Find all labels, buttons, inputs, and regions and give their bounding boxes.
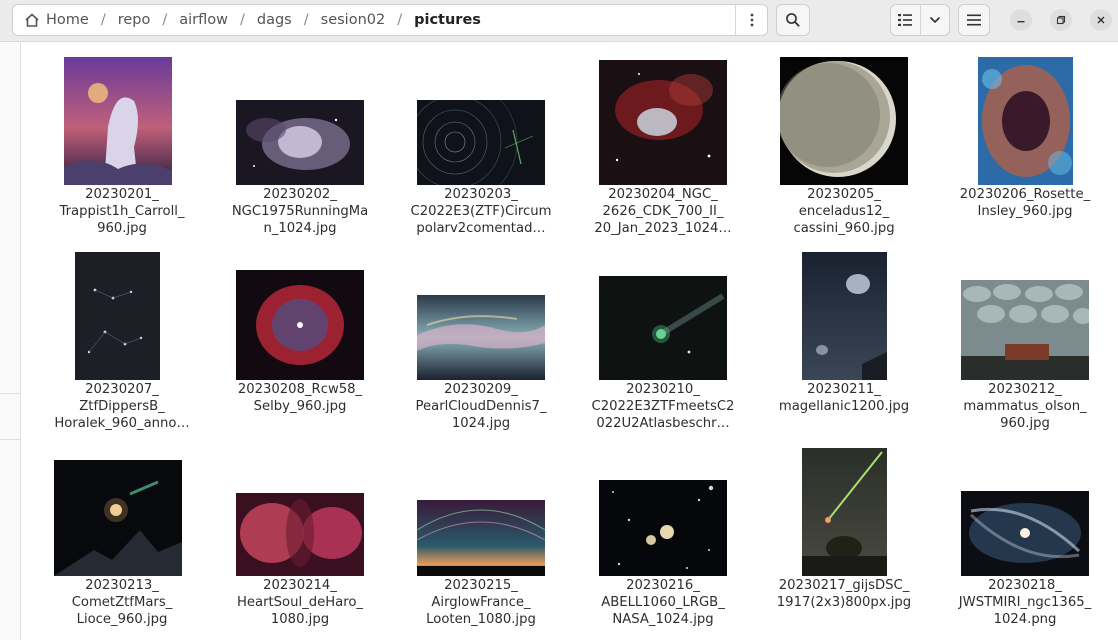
breadcrumb-pictures[interactable]: pictures [412,5,483,35]
file-item[interactable]: 20230216_ ABELL1060_LRGB_ NASA_1024.jpg [578,435,748,640]
path-menu-button[interactable] [735,5,767,35]
file-name: 20230218_ JWSTMIRI_ngc1365_ 1024.png [958,578,1092,627]
thumbnail [780,57,908,185]
file-grid: 20230201_ Trappist1h_Carroll_ 960.jpg 20… [21,43,1118,640]
file-item[interactable]: 20230205_ enceladus12_ cassini_960.jpg [759,43,929,239]
file-name: 20230210_ C2022E3ZTFmeetsC2 022U2Atlasbe… [591,382,735,431]
file-name: 20230211_ magellanic1200.jpg [778,382,910,414]
breadcrumb-label: airflow [179,12,228,28]
minimize-icon [1017,21,1025,23]
breadcrumb-home-label: Home [46,12,89,28]
file-item[interactable]: 20230217_gijsDSC_ 1917(2x3)800px.jpg [759,435,929,640]
file-name: 20230206_Rosette_ Insley_960.jpg [959,187,1091,219]
file-name: 20230208_Rcw58_ Selby_960.jpg [237,382,363,414]
minimize-button[interactable] [1010,9,1032,31]
maximize-icon [1056,15,1066,25]
main-menu-button[interactable] [958,4,990,36]
file-item[interactable]: 20230210_ C2022E3ZTFmeetsC2 022U2Atlasbe… [578,239,748,435]
close-icon [1097,16,1105,24]
breadcrumb-separator: / [162,12,168,28]
thumbnail [417,500,545,576]
file-name: 20230216_ ABELL1060_LRGB_ NASA_1024.jpg [601,578,725,627]
file-item[interactable]: 20230213_ CometZtfMars_ Lioce_960.jpg [37,435,207,640]
hamburger-menu-icon [967,14,981,26]
file-name: 20230203_ C2022E3(ZTF)Circum polarv2come… [410,187,552,236]
file-item[interactable]: 20230208_Rcw58_ Selby_960.jpg [215,239,385,435]
thumbnail [599,60,727,185]
thumbnail [961,280,1089,380]
file-item[interactable]: 20230215_ AirglowFrance_ Looten_1080.jpg [396,435,566,640]
file-name: 20230215_ AirglowFrance_ Looten_1080.jpg [426,578,536,627]
file-name: 20230212_ mammatus_olson_ 960.jpg [963,382,1087,431]
maximize-button[interactable] [1050,9,1072,31]
breadcrumb-repo[interactable]: repo [116,5,153,35]
breadcrumb-separator: / [397,12,403,28]
breadcrumb-separator: / [100,12,106,28]
chevron-down-icon [929,16,941,24]
file-name: 20230202_ NGC1975RunningMa n_1024.jpg [231,187,369,236]
sidebar-divider [0,439,21,440]
thumbnail [802,448,887,576]
breadcrumb-sesion02[interactable]: sesion02 [319,5,388,35]
file-item[interactable]: 20230209_ PearlCloudDennis7_ 1024.jpg [396,239,566,435]
thumbnail [236,270,364,380]
thumbnail [599,480,727,576]
file-item[interactable]: 20230218_ JWSTMIRI_ngc1365_ 1024.png [940,435,1110,640]
view-options-button[interactable] [919,5,949,35]
sidebar-divider [0,393,21,394]
file-name: 20230217_gijsDSC_ 1917(2x3)800px.jpg [776,578,912,610]
breadcrumb-label: repo [117,12,151,28]
thumbnail [75,252,160,380]
list-view-icon [898,14,913,26]
file-name: 20230205_ enceladus12_ cassini_960.jpg [793,187,895,236]
breadcrumb-separator: / [303,12,309,28]
file-name: 20230214_ HeartSoul_deHaro_ 1080.jpg [236,578,364,627]
file-item[interactable]: 20230204_NGC_ 2626_CDK_700_II_ 20_Jan_20… [578,43,748,239]
file-name: 20230201_ Trappist1h_Carroll_ 960.jpg [59,187,185,236]
file-item[interactable]: 20230201_ Trappist1h_Carroll_ 960.jpg [37,43,207,239]
file-item[interactable]: 20230212_ mammatus_olson_ 960.jpg [940,239,1110,435]
file-item[interactable]: 20230214_ HeartSoul_deHaro_ 1080.jpg [215,435,385,640]
file-item[interactable]: 20230211_ magellanic1200.jpg [759,239,929,435]
thumbnail [417,295,545,380]
file-item[interactable]: 20230203_ C2022E3(ZTF)Circum polarv2come… [396,43,566,239]
breadcrumb-label: sesion02 [320,12,386,28]
search-icon [786,13,800,27]
file-item[interactable]: 20230206_Rosette_ Insley_960.jpg [940,43,1110,239]
breadcrumb-label: pictures [414,12,481,28]
breadcrumb-separator: / [240,12,245,28]
file-name: 20230209_ PearlCloudDennis7_ 1024.jpg [415,382,547,431]
path-bar: Home / repo / airflow / dags / sesion02 … [12,4,768,36]
list-view-button[interactable] [891,5,920,35]
breadcrumb-home[interactable]: Home [13,5,91,35]
file-name: 20230204_NGC_ 2626_CDK_700_II_ 20_Jan_20… [594,187,732,236]
thumbnail [64,57,172,185]
breadcrumb-dags[interactable]: dags [255,5,294,35]
breadcrumb-label: dags [256,12,292,28]
thumbnail [54,460,182,576]
thumbnail [236,100,364,185]
file-name: 20230213_ CometZtfMars_ Lioce_960.jpg [71,578,173,627]
view-switcher [890,4,950,36]
thumbnail [417,100,545,185]
sidebar [0,43,21,640]
search-button[interactable] [776,4,810,36]
close-button[interactable] [1090,9,1112,31]
thumbnail [978,57,1073,185]
file-item[interactable]: 20230207_ ZtfDippersB_ Horalek_960_anno… [37,239,207,435]
thumbnail [802,252,887,380]
breadcrumb-airflow[interactable]: airflow [177,5,230,35]
file-item[interactable]: 20230202_ NGC1975RunningMa n_1024.jpg [215,43,385,239]
home-icon [25,13,39,27]
header-bar: Home / repo / airflow / dags / sesion02 … [0,0,1118,42]
thumbnail [236,493,364,576]
thumbnail [961,491,1089,576]
vertical-ellipsis-icon [750,13,753,27]
thumbnail [599,276,727,380]
file-name: 20230207_ ZtfDippersB_ Horalek_960_anno… [54,382,190,431]
